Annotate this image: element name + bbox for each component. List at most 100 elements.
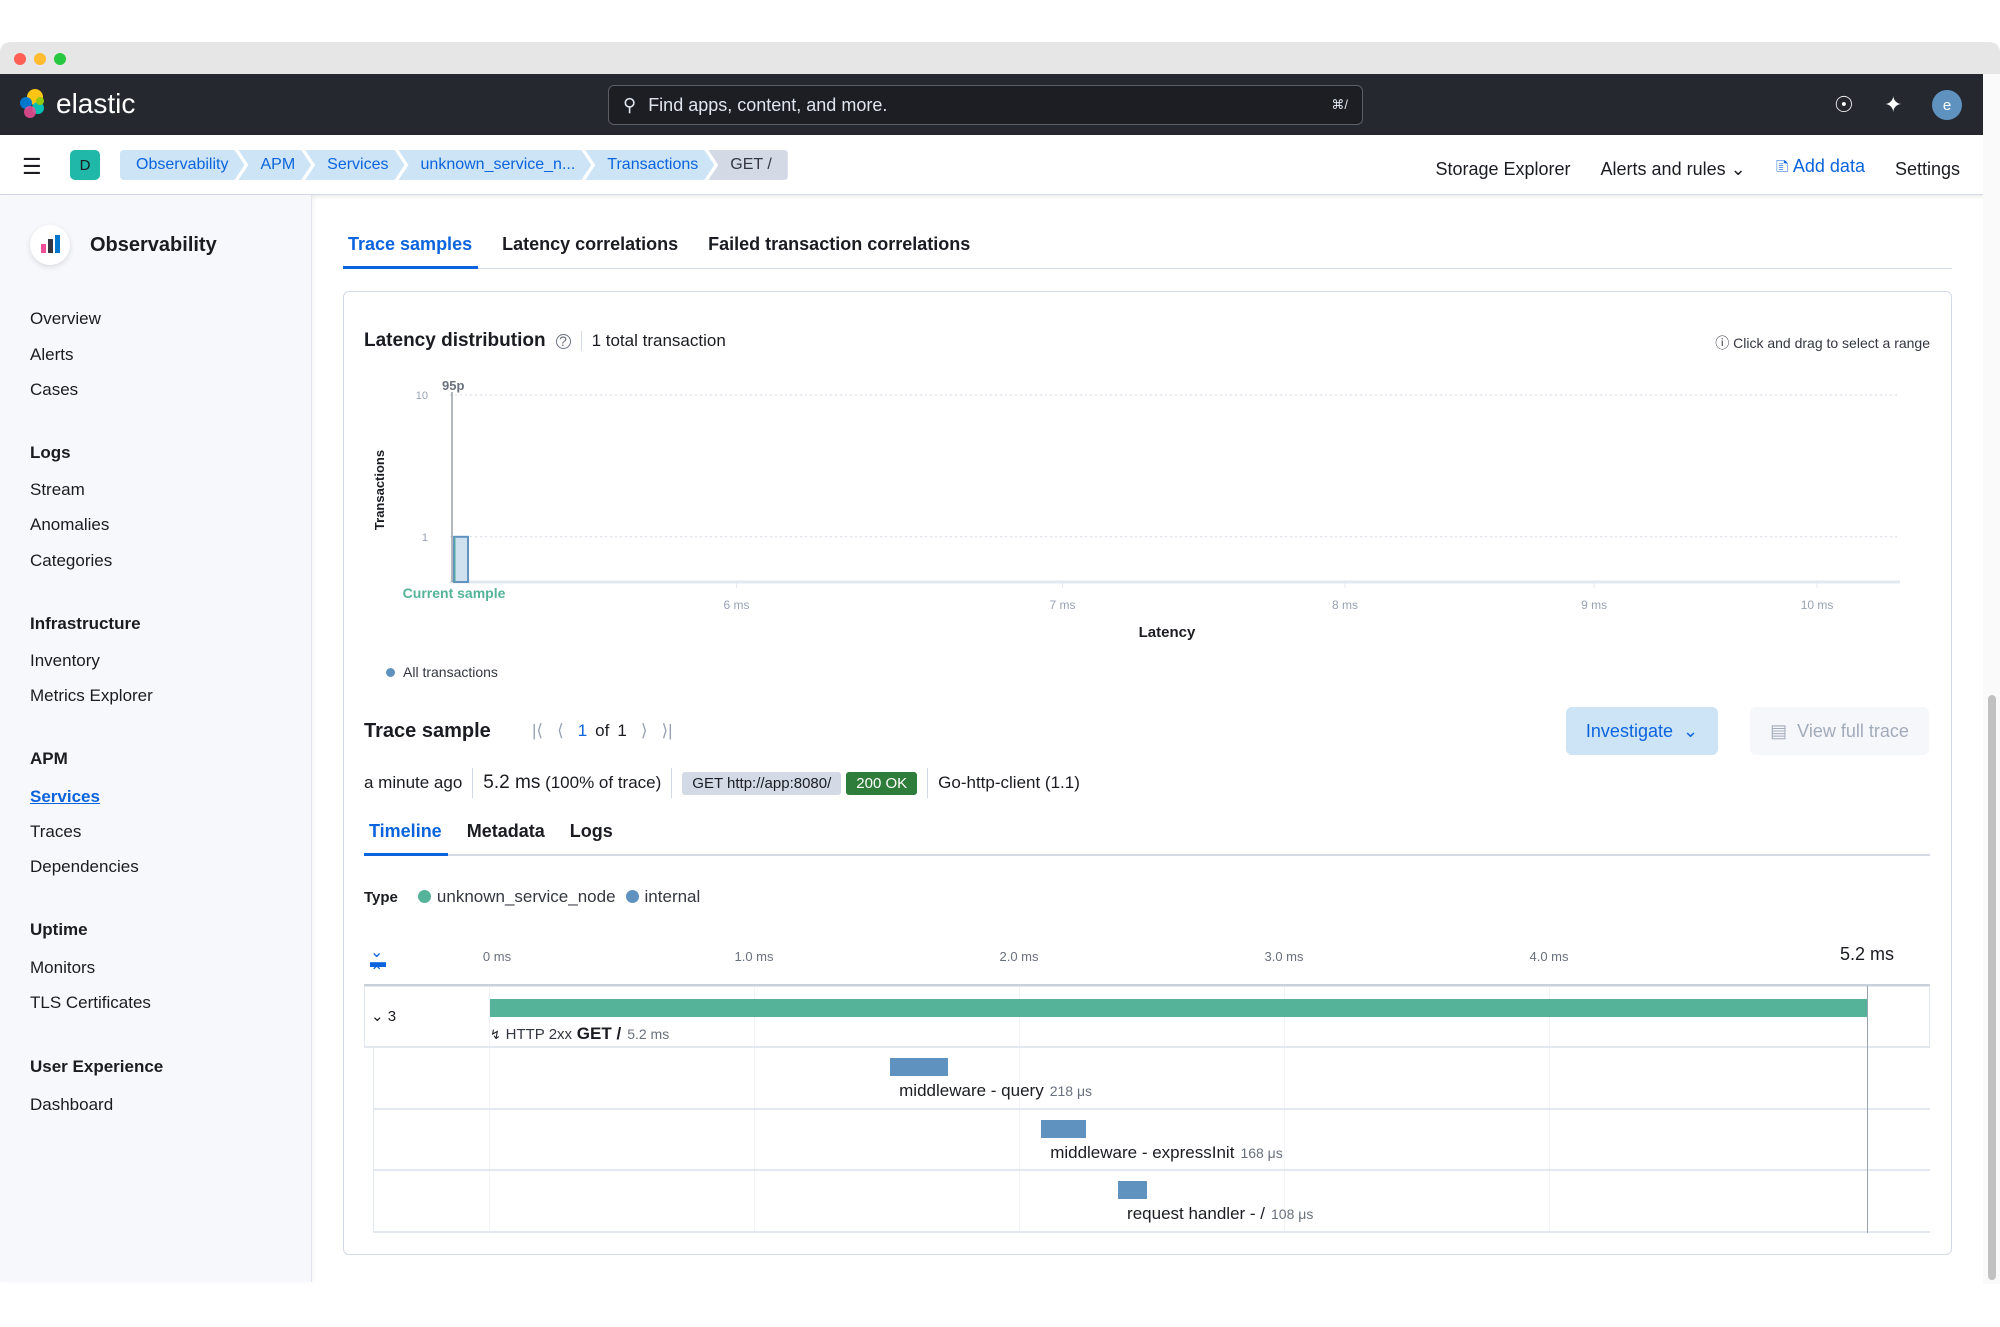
user-avatar[interactable]: e [1932,90,1962,120]
waterfall-row-span[interactable]: middleware - expressInit 168 μs [373,1110,1930,1171]
trace-duration-percent: (100% of trace) [545,773,662,792]
alerts-rules-menu[interactable]: Alerts and rules ⌄ [1601,159,1746,180]
tabs-divider [364,854,1930,856]
help-question-icon[interactable]: ? [555,333,571,349]
previous-page-icon[interactable]: ⟨ [557,721,564,741]
breadcrumb-observability[interactable]: Observability [120,150,244,180]
tab-timeline[interactable]: Timeline [369,821,442,842]
type-legend-item[interactable]: internal [625,887,700,907]
sidebar-heading-logs: Logs [30,443,71,462]
active-tab-indicator [343,266,478,269]
view-full-trace-button[interactable]: ▤ View full trace [1750,707,1929,755]
add-data-icon: 🗈 [1775,156,1789,176]
user-agent: Go-http-client (1.1) [938,773,1080,792]
hamburger-menu-icon[interactable]: ☰ [22,154,42,180]
sidebar-item-overview[interactable]: Overview [30,309,101,329]
legend-swatch [386,667,395,677]
sidebar-item-categories[interactable]: Categories [30,551,112,571]
span-duration: 168 μs [1240,1145,1283,1161]
latency-distribution-title: Latency distribution [364,330,546,351]
sidebar-item-alerts[interactable]: Alerts [30,345,73,365]
sidebar-title: Observability [90,234,217,256]
total-duration-label: 5.2 ms [1839,944,1894,964]
child-count: 3 [387,1008,397,1025]
chart-legend[interactable]: All transactions [386,664,498,680]
sidebar-item-cases[interactable]: Cases [30,380,78,400]
sidebar-heading-apm: APM [30,749,68,768]
tab-metadata[interactable]: Metadata [467,821,545,842]
tab-latency-correlations[interactable]: Latency correlations [502,234,678,255]
elastic-logo[interactable]: elastic [18,88,135,120]
view-full-trace-label: View full trace [1797,720,1909,741]
span-bar[interactable] [890,1058,948,1076]
select-range-hint-text: Click and drag to select a range [1733,335,1930,351]
breadcrumb-services[interactable]: Services [305,150,404,180]
expand-toggle[interactable]: ⌄ 3 [371,1007,396,1025]
investigate-button[interactable]: Investigate ⌄ [1566,707,1718,755]
sidebar-item-stream[interactable]: Stream [30,480,85,500]
status-badge: 200 OK [846,771,918,795]
scrollbar-thumb[interactable] [1988,695,1996,1280]
y-axis-label: Transactions [372,450,387,530]
news-feed-icon[interactable]: ✦ [1884,92,1902,118]
total-pages: 1 [617,721,627,740]
latency-distribution-chart[interactable]: 10 1 6 ms 7 ms 8 ms 9 ms 10 ms 95p Current sampl… [360,370,1940,660]
collapse-all-icon[interactable]: ⌄ ▬ ⌃ [370,945,386,981]
current-page[interactable]: 1 [578,721,587,741]
total-transactions-count: 1 total transaction [580,331,726,351]
span-bar[interactable] [1118,1181,1147,1199]
next-page-icon[interactable]: ⟩ [641,721,648,741]
span-label: middleware - expressInit 168 μs [1050,1143,1283,1163]
add-data-link[interactable]: 🗈 Add data [1776,154,1865,184]
search-icon: ⚲ [623,94,637,115]
sidebar-item-monitors[interactable]: Monitors [30,958,95,978]
span-bar[interactable] [1041,1120,1086,1138]
sidebar-item-traces[interactable]: Traces [30,822,81,842]
settings-link[interactable]: Settings [1895,159,1960,180]
global-search-input[interactable]: ⚲ Find apps, content, and more. ⌘/ [608,85,1363,125]
transaction-bar[interactable] [490,999,1868,1017]
first-page-icon[interactable]: |⟨ [532,721,543,741]
trace-sample-title: Trace sample [364,720,491,742]
sidebar-item-services[interactable]: Services [30,787,100,807]
timeline-tick-label: 1.0 ms [734,949,774,964]
sidebar-item-dependencies[interactable]: Dependencies [30,857,139,877]
storage-explorer-link[interactable]: Storage Explorer [1435,159,1570,180]
legend-dot-icon [417,890,431,903]
trace-duration: 5.2 ms [483,772,541,793]
span-name: request handler - / [1127,1204,1266,1223]
breadcrumb-service[interactable]: unknown_service_n... [399,150,592,180]
sidebar-heading-uptime: Uptime [30,920,88,939]
sidebar-item-metrics-explorer[interactable]: Metrics Explorer [30,686,153,706]
waterfall: ⌄ ▬ ⌃ 0 ms 1.0 ms 2.0 ms 3.0 ms 4.0 ms 5.2 ms … [364,930,1930,1240]
sidebar-item-anomalies[interactable]: Anomalies [30,515,109,535]
breadcrumb-current: GET / [708,150,788,180]
x-tick-label: 7 ms [1050,598,1076,612]
sidebar-item-inventory[interactable]: Inventory [30,651,100,671]
help-icon[interactable]: ☉ [1834,92,1854,118]
tab-trace-samples[interactable]: Trace samples [348,234,472,255]
add-data-label: Add data [1792,156,1865,176]
waterfall-row-span[interactable]: middleware - query 218 μs [373,1048,1930,1110]
sidebar-item-tls-certificates[interactable]: TLS Certificates [30,993,151,1013]
elastic-logo-icon [20,89,44,118]
space-avatar[interactable]: D [70,150,100,180]
type-legend-item[interactable]: unknown_service_node [417,887,616,907]
waterfall-row-span[interactable]: request handler - / 108 μs [373,1171,1930,1233]
sidebar-item-dashboard[interactable]: Dashboard [30,1095,113,1115]
legend-dot-icon [625,890,639,903]
page-of-label: of [595,721,610,740]
breadcrumb-transactions[interactable]: Transactions [585,150,714,180]
tab-logs[interactable]: Logs [570,821,613,842]
breadcrumb: Observability APM Services unknown_servi… [120,150,788,180]
maximize-window-button[interactable] [54,53,66,65]
waterfall-row-root[interactable]: ⌄ 3 ↯ HTTP 2xx GET / 5.2 ms [364,986,1930,1048]
chevron-down-icon: ⌄ [1682,720,1699,741]
tab-failed-transaction-correlations[interactable]: Failed transaction correlations [708,234,970,255]
minimize-window-button[interactable] [34,53,46,65]
trace-pagination: |⟨ ⟨ 1 of 1 ⟩ ⟩| [532,721,673,741]
type-name: unknown_service_node [436,887,616,906]
breadcrumb-apm[interactable]: APM [238,150,311,180]
last-page-icon[interactable]: ⟩| [661,721,672,741]
close-window-button[interactable] [14,53,26,65]
